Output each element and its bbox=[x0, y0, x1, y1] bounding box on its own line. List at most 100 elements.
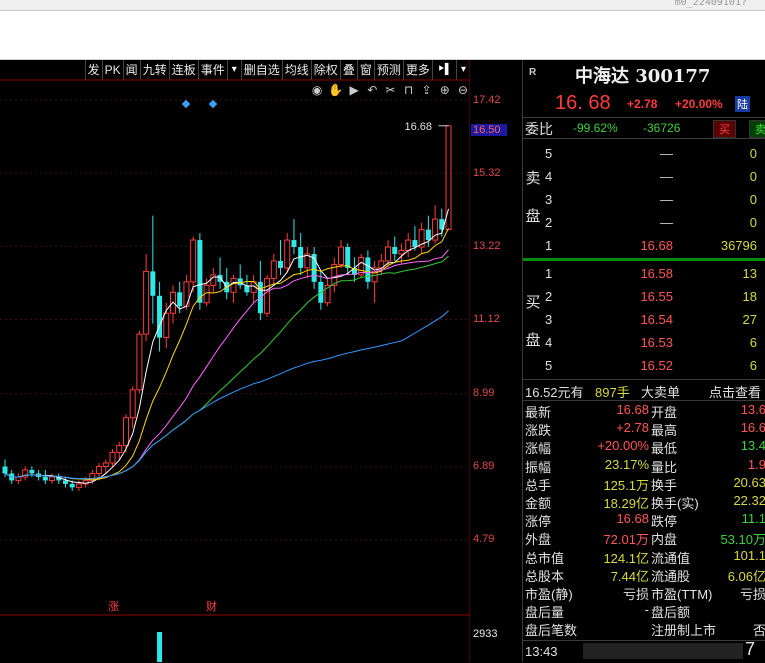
stock-title: R 中海达 300177 bbox=[523, 60, 765, 88]
candle-body bbox=[62, 480, 68, 484]
event-marker: 财 bbox=[206, 599, 217, 613]
ask-volume: 0 bbox=[749, 215, 757, 230]
stat-9: 总股本 7.44亿 bbox=[525, 566, 649, 584]
candle-body bbox=[177, 292, 183, 307]
bid-volume: 6 bbox=[749, 335, 757, 350]
ask-row[interactable]: 5 — 0 bbox=[543, 142, 765, 165]
stat-value: 23.17% bbox=[604, 456, 649, 472]
candle-body bbox=[49, 476, 56, 481]
stat-value: 11.1 bbox=[741, 511, 765, 527]
volume-axis-label: 2933 bbox=[473, 628, 498, 640]
candle-body bbox=[102, 462, 109, 467]
view-big-trade-link[interactable]: 点击查看 bbox=[709, 382, 761, 401]
stat-value: 1.9 bbox=[747, 456, 765, 472]
order-ratio-label: 委比 bbox=[525, 121, 553, 137]
candle-body bbox=[157, 295, 163, 338]
stat-value: 亏损 bbox=[739, 587, 765, 602]
ask-volume: 36796 bbox=[720, 238, 757, 253]
stat-value: 22.32 bbox=[733, 493, 765, 508]
stat-right-3: 量比 1.9 bbox=[651, 457, 765, 475]
stat-label: 金额 bbox=[525, 496, 552, 511]
last-price: 16. 68 bbox=[555, 92, 611, 114]
ask-level: 5 bbox=[545, 146, 553, 161]
ticker-strip bbox=[583, 643, 743, 659]
bid-label-char: 盘 bbox=[525, 332, 541, 349]
stat-4: 总手 125.1万 bbox=[525, 475, 649, 493]
price-axis-label: 4.79 bbox=[473, 533, 495, 545]
stat-value: 16.68 bbox=[616, 402, 649, 417]
candle-body bbox=[143, 270, 150, 335]
order-ratio-value: -99.62% bbox=[573, 121, 618, 135]
stat-2: 涨幅 +20.00% bbox=[525, 438, 649, 456]
event-marker: 涨 bbox=[108, 600, 119, 613]
candle-body bbox=[338, 246, 344, 265]
kline-chart-panel[interactable]: 发 PK 闻 九转 连板 事件 ▾ 删自选 均线 除权 叠 窗 预测 更多 ⯈▌… bbox=[0, 60, 522, 662]
bid-price: 16.54 bbox=[640, 312, 673, 327]
stat-label: 注册制上市 bbox=[651, 623, 717, 639]
ask-row[interactable]: 4 — 0 bbox=[543, 165, 765, 188]
stat-label: 市盈(静) bbox=[525, 587, 573, 602]
ask-price: — bbox=[660, 146, 673, 161]
bid-row[interactable]: 5 16.52 6 bbox=[543, 354, 765, 377]
sell-button[interactable]: 卖 bbox=[749, 120, 765, 138]
stat-value: 16.68 bbox=[616, 511, 649, 527]
bid-volume: 18 bbox=[742, 289, 757, 304]
ask-row[interactable]: 2 — 0 bbox=[543, 211, 765, 234]
candle-body bbox=[237, 278, 243, 286]
candlestick-chart[interactable]: 16.68 涨 财 bbox=[0, 60, 470, 662]
stat-value: - bbox=[644, 602, 649, 618]
bid-volume: 6 bbox=[749, 358, 757, 373]
window-top-strip: m0_22409101? bbox=[0, 0, 765, 11]
candle-body bbox=[230, 277, 237, 293]
candle-body bbox=[264, 277, 271, 314]
candle-body bbox=[345, 247, 351, 268]
big-trade-type: 大卖单 bbox=[641, 385, 681, 400]
bid-label-char: 买 bbox=[525, 294, 541, 311]
stat-3: 振幅 23.17% bbox=[525, 457, 649, 475]
price-axis-label-current: 16.50 bbox=[471, 124, 507, 136]
price-axis-label: 15.32 bbox=[473, 167, 501, 179]
divider bbox=[523, 379, 765, 380]
stat-label: 开盘 bbox=[651, 405, 678, 420]
bid-row[interactable]: 4 16.53 6 bbox=[543, 331, 765, 354]
stat-value: 101.1 bbox=[733, 547, 765, 563]
stat-value: 13.4 bbox=[740, 438, 765, 454]
stock-name: 中海达 300177 bbox=[575, 66, 711, 87]
bid-volume: 27 bbox=[742, 312, 757, 327]
ask-level: 4 bbox=[545, 169, 553, 184]
ask-row[interactable]: 3 — 0 bbox=[543, 188, 765, 211]
bid-price: 16.55 bbox=[640, 289, 673, 304]
price-axis-label: 6.89 bbox=[473, 460, 495, 472]
buy-button[interactable]: 买 bbox=[713, 120, 736, 138]
stat-label: 流通股 bbox=[651, 568, 691, 584]
stat-label: 总市值 bbox=[525, 550, 565, 566]
stat-label: 盘后额 bbox=[651, 605, 691, 621]
stat-10: 市盈(静) 亏损 bbox=[525, 584, 649, 602]
big-trade-volume: 897手 bbox=[595, 385, 630, 400]
stat-label: 市盈(TTM) bbox=[651, 587, 713, 602]
candle-body bbox=[129, 389, 136, 419]
candle-body bbox=[210, 274, 217, 286]
candle-body bbox=[136, 333, 143, 391]
stat-label: 量比 bbox=[651, 459, 678, 475]
ask-book-label: 卖盘 bbox=[525, 160, 541, 236]
bid-row[interactable]: 2 16.55 18 bbox=[543, 285, 765, 308]
stat-value: 72.01万 bbox=[603, 532, 649, 548]
bid-row[interactable]: 1 16.58 13 bbox=[543, 262, 765, 285]
ask-label-char: 卖 bbox=[525, 170, 541, 187]
ask-label-char: 盘 bbox=[525, 208, 541, 225]
big-trade-price: 16.52元有 bbox=[525, 385, 584, 400]
candle-body bbox=[69, 483, 75, 488]
bid-volume: 13 bbox=[742, 266, 757, 281]
stat-label: 流通值 bbox=[651, 550, 691, 566]
candle-body bbox=[270, 260, 277, 279]
candle-body bbox=[29, 469, 35, 474]
bid-price: 16.58 bbox=[640, 266, 673, 281]
bid-price: 16.53 bbox=[640, 335, 673, 350]
stat-label: 换手 bbox=[651, 477, 678, 493]
bid-row[interactable]: 3 16.54 27 bbox=[543, 308, 765, 331]
candle-body bbox=[42, 476, 48, 481]
candle-body bbox=[385, 246, 392, 262]
ask-row[interactable]: 1 16.68 36796 bbox=[543, 234, 765, 257]
stat-label: 振幅 bbox=[525, 459, 552, 475]
